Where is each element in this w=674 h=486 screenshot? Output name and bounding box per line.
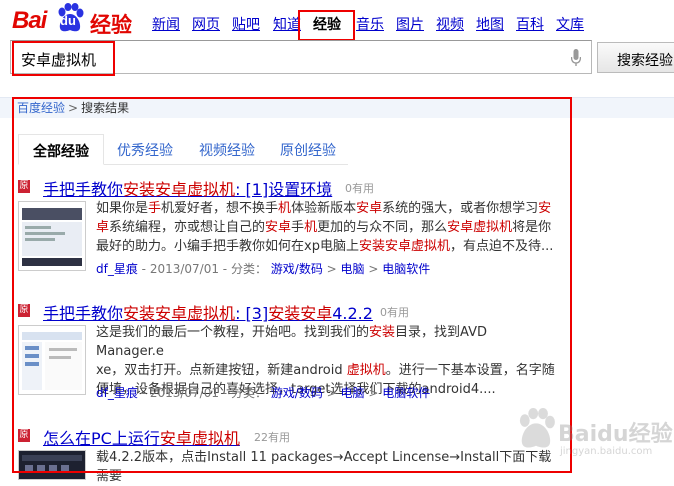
logo-text-du: du [60, 13, 76, 28]
nav-item-map[interactable]: 地图 [476, 14, 504, 34]
annotation-box-search [12, 41, 115, 76]
nav-item-baike[interactable]: 百科 [516, 14, 544, 34]
search-button[interactable]: 搜索经验 [597, 42, 674, 73]
logo-text-jingyan: 经验 [90, 13, 132, 37]
watermark-text: Baidu经验 [558, 422, 673, 447]
nav-item-zhidao[interactable]: 知道 [273, 14, 301, 34]
nav-item-web[interactable]: 网页 [192, 14, 220, 34]
microphone-icon[interactable] [571, 49, 581, 67]
logo-text-bai: Bai [12, 7, 47, 34]
watermark-url: jingyan.baidu.com [560, 446, 653, 457]
baidu-jingyan-logo[interactable]: Bai du 经验 [12, 3, 140, 37]
annotation-box-results [12, 97, 572, 473]
annotation-box-nav [298, 10, 355, 41]
nav-item-images[interactable]: 图片 [396, 14, 424, 34]
nav-item-video[interactable]: 视频 [436, 14, 464, 34]
nav-item-news[interactable]: 新闻 [152, 14, 180, 34]
baidu-watermark: Baidu经验 jingyan.baidu.com [516, 408, 673, 463]
watermark-paw-icon [519, 408, 555, 448]
nav-item-wenku[interactable]: 文库 [556, 14, 584, 34]
nav-item-music[interactable]: 音乐 [356, 14, 384, 34]
nav-item-tieba[interactable]: 贴吧 [232, 14, 260, 34]
